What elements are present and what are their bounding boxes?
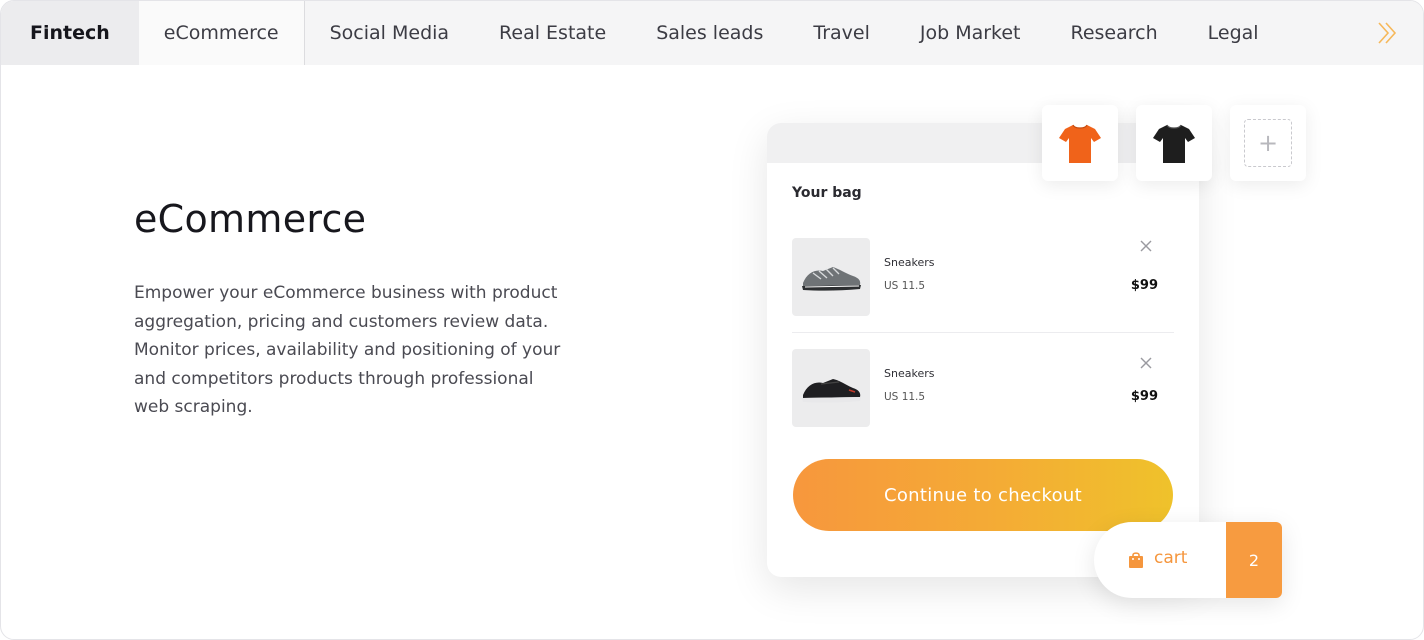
double-chevron-right-icon (1378, 22, 1397, 44)
bag-item-image (792, 349, 870, 427)
cart-button[interactable]: cart 2 (1094, 522, 1282, 598)
black-sneaker-icon (802, 379, 861, 403)
remove-item-button[interactable] (1138, 355, 1154, 371)
tabs-scroll-right-button[interactable] (1353, 1, 1423, 65)
black-tshirt-icon (1153, 124, 1195, 163)
tab-fintech[interactable]: Fintech (1, 1, 139, 65)
bag-item-name: Sneakers (884, 367, 935, 380)
bag-item-size: US 11.5 (884, 280, 926, 292)
bag-item: Sneakers US 11.5 $99 (792, 349, 1174, 429)
bag-item-name: Sneakers (884, 256, 935, 269)
shopping-bag-card: Your bag Sneakers US 11.5 $99 Sneakers U… (767, 123, 1199, 577)
close-icon (1140, 357, 1152, 369)
bag-item-price: $99 (1130, 389, 1158, 404)
bag-item-image (792, 238, 870, 316)
close-icon (1140, 240, 1152, 252)
add-product-button[interactable]: + (1230, 105, 1306, 181)
tab-social-media[interactable]: Social Media (305, 1, 474, 65)
checkout-button[interactable]: Continue to checkout (793, 459, 1173, 531)
page-frame: Fintech eCommerce Social Media Real Esta… (0, 0, 1424, 640)
orange-tshirt-icon (1059, 124, 1101, 163)
tab-real-estate[interactable]: Real Estate (474, 1, 631, 65)
remove-item-button[interactable] (1138, 238, 1154, 254)
tab-research[interactable]: Research (1046, 1, 1183, 65)
tab-sales-leads[interactable]: Sales leads (631, 1, 788, 65)
tab-travel[interactable]: Travel (788, 1, 894, 65)
cart-count-badge: 2 (1226, 522, 1282, 598)
tab-job-market[interactable]: Job Market (895, 1, 1046, 65)
category-tabs: Fintech eCommerce Social Media Real Esta… (1, 1, 1423, 65)
bag-card-header (767, 123, 1199, 163)
shopping-bag-icon (1129, 552, 1143, 568)
product-thumbnail-orange-tshirt[interactable] (1042, 105, 1118, 181)
tab-legal[interactable]: Legal (1183, 1, 1284, 65)
tab-ecommerce[interactable]: eCommerce (138, 1, 305, 65)
section-heading: eCommerce (134, 197, 367, 241)
bag-item: Sneakers US 11.5 $99 (792, 238, 1174, 318)
add-plus-icon: + (1244, 119, 1292, 167)
gray-sneaker-icon (802, 267, 861, 291)
bag-item-size: US 11.5 (884, 391, 926, 403)
product-thumbnail-black-tshirt[interactable] (1136, 105, 1212, 181)
cart-label: cart (1154, 548, 1188, 568)
item-divider (792, 332, 1174, 333)
bag-item-price: $99 (1130, 278, 1158, 293)
section-description: Empower your eCommerce business with pro… (134, 283, 561, 417)
bag-title: Your bag (792, 185, 862, 201)
